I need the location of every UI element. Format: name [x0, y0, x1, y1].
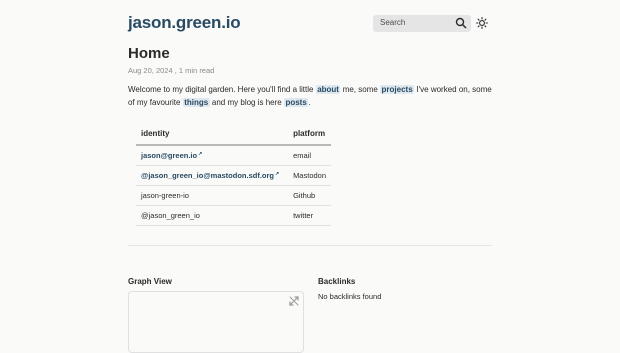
column-header-identity: identity [136, 126, 289, 146]
search-input[interactable]: Search [380, 18, 405, 27]
table-row: @jason_green_io@mastodon.sdf.org↗ Mastod… [136, 165, 331, 186]
identity-text[interactable]: jason@green.io [141, 151, 197, 160]
read-time: 1 min read [173, 66, 215, 75]
site-title[interactable]: jason.green.io [128, 13, 241, 33]
table-row: jason@green.io↗ email [136, 145, 331, 166]
identity-link[interactable]: @jason_green_io@mastodon.sdf.org↗ [136, 165, 289, 186]
column-header-platform: platform [288, 126, 331, 146]
table-row: @jason_green_io twitter [136, 205, 331, 226]
link-things[interactable]: things [182, 97, 210, 107]
intro-paragraph: Welcome to my digital garden. Here you'l… [128, 84, 493, 109]
intro-text: Welcome to my digital garden. Here you'l… [128, 85, 316, 94]
expand-icon[interactable] [289, 296, 299, 306]
external-link-icon: ↗ [274, 170, 280, 177]
sun-icon[interactable] [476, 17, 488, 29]
identity-cell: jason-green-io [136, 185, 289, 206]
section-divider [128, 245, 492, 246]
page-title: Home [128, 45, 170, 62]
link-about[interactable]: about [315, 85, 341, 94]
platform-cell: twitter [288, 205, 331, 226]
link-posts[interactable]: posts [283, 97, 309, 107]
identity-link[interactable]: jason@green.io↗ [136, 145, 289, 166]
table-header-row: identity platform [136, 126, 331, 146]
search-icon[interactable] [455, 17, 467, 29]
platform-cell: Mastodon [288, 165, 331, 186]
search-bar[interactable]: Search [373, 15, 471, 32]
link-projects[interactable]: projects [380, 85, 415, 94]
identity-text[interactable]: @jason_green_io@mastodon.sdf.org [141, 171, 274, 180]
page-meta: Aug 20, 20241 min read [128, 66, 214, 75]
contacts-table: identity platform jason@green.io↗ email … [136, 126, 331, 226]
platform-cell: email [288, 145, 331, 166]
page-date: Aug 20, 2024 [128, 66, 173, 75]
intro-text: and my blog is here [209, 97, 284, 107]
intro-text: me, some [340, 85, 381, 94]
graph-view-title: Graph View [128, 277, 172, 286]
backlinks-title: Backlinks [318, 277, 356, 286]
backlinks-empty-text: No backlinks found [318, 292, 382, 301]
graph-view[interactable] [128, 291, 304, 353]
table-row: jason-green-io Github [136, 185, 331, 206]
platform-cell: Github [288, 185, 331, 206]
identity-cell: @jason_green_io [136, 205, 289, 226]
external-link-icon: ↗ [198, 150, 203, 157]
intro-text: . [308, 97, 311, 107]
